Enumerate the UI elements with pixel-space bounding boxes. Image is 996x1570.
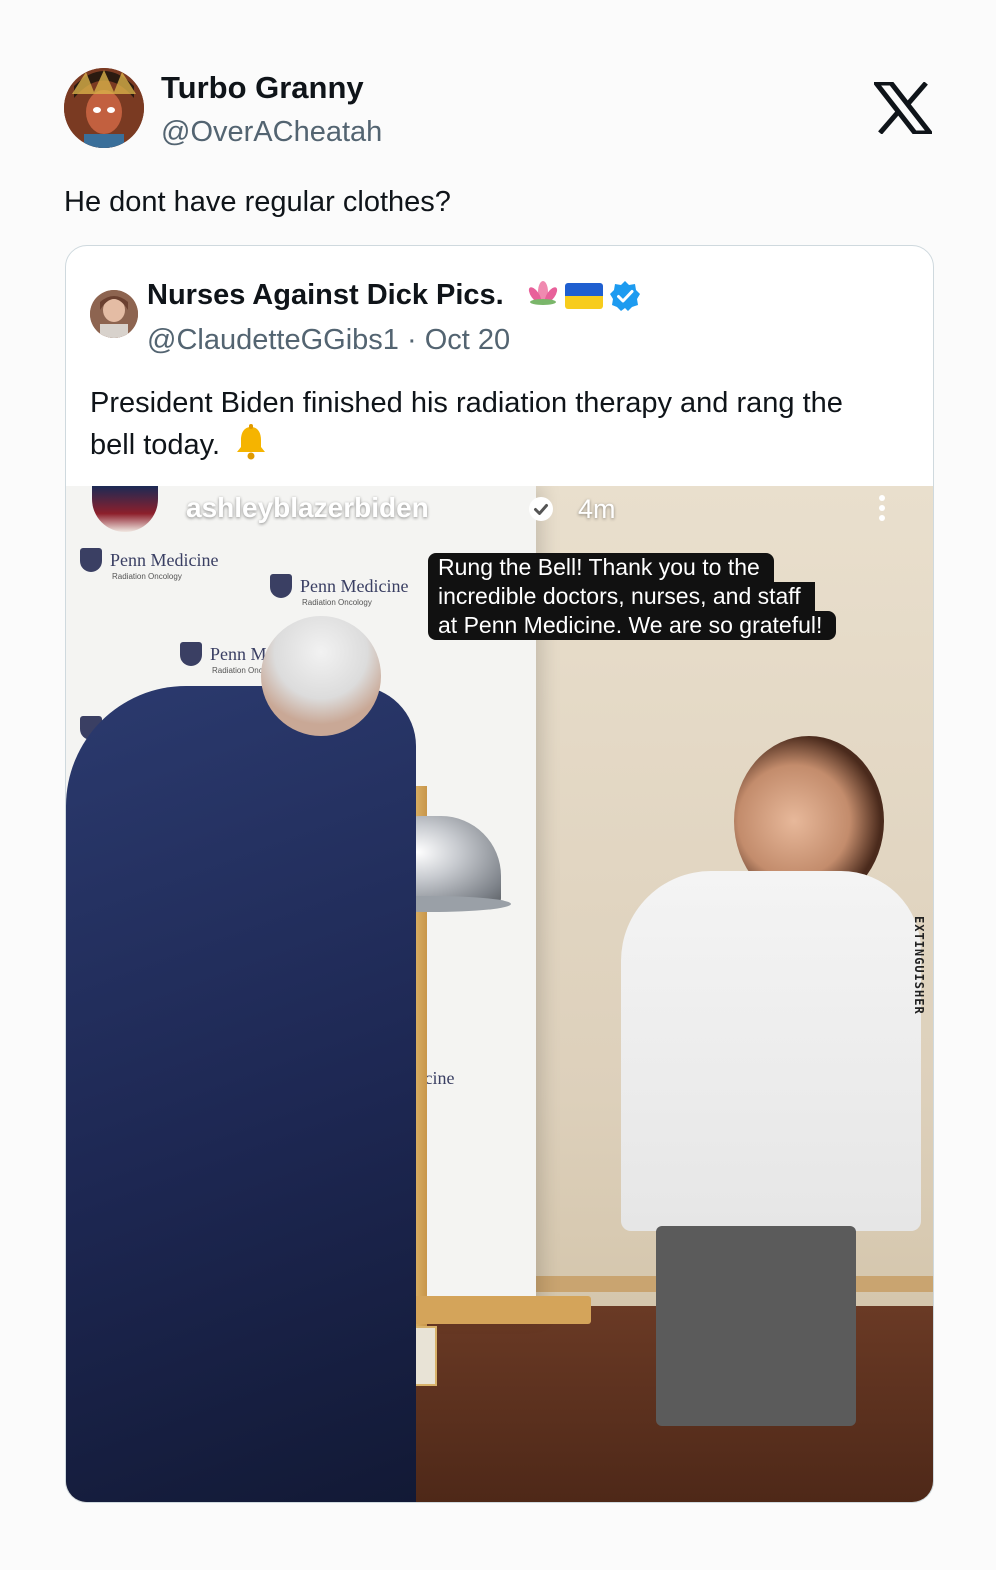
tweet-text: He dont have regular clothes? (64, 186, 451, 218)
story-caption: Rung the Bell! Thank you to the incredib… (428, 553, 837, 640)
quoted-author-avatar[interactable] (90, 290, 138, 338)
quoted-text-body: President Biden finished his radiation t… (90, 387, 843, 461)
caption-line: Rung the Bell! Thank you to the (428, 553, 774, 582)
man-in-suit (66, 686, 416, 1502)
more-options-icon[interactable] (874, 494, 890, 522)
extinguisher-sign: EXTINGUISHER (912, 916, 926, 1015)
quoted-media-image[interactable]: Penn Medicine Radiation Oncology Penn Med… (66, 486, 933, 1502)
backdrop-logo: Penn MedicineRadiation Oncology (270, 574, 408, 607)
author-handle[interactable]: @OverACheatah (161, 116, 382, 149)
caption-line: incredible doctors, nurses, and staff (428, 582, 815, 611)
verified-badge-icon[interactable] (609, 280, 641, 312)
quoted-text: President Biden finished his radiation t… (90, 382, 890, 466)
author-name[interactable]: Turbo Granny (161, 70, 364, 106)
man-head (261, 616, 381, 736)
caption-line: at Penn Medicine. We are so grateful! (428, 611, 837, 640)
story-timestamp: 4m (578, 494, 616, 524)
story-verified-icon (529, 497, 553, 521)
ukraine-flag-icon (565, 283, 603, 309)
backdrop-logo: Penn MedicineRadiation Oncology (80, 548, 218, 581)
quoted-tweet[interactable]: Nurses Against Dick Pics. @ClaudetteGGib… (65, 245, 934, 1503)
quoted-author-handle[interactable]: @ClaudetteGGibs1 (147, 324, 399, 356)
quoted-meta: @ClaudetteGGibs1 · Oct 20 (147, 324, 510, 357)
woman-white-coat (621, 871, 921, 1231)
lotus-icon (527, 280, 559, 312)
author-avatar[interactable] (64, 68, 144, 148)
avatar-image (90, 290, 138, 338)
x-logo-icon[interactable] (874, 82, 932, 134)
name-emojis (527, 280, 641, 312)
bell-icon (237, 424, 266, 460)
quoted-date[interactable]: Oct 20 (425, 324, 510, 356)
story-username[interactable]: ashleyblazerbiden (186, 492, 429, 524)
quoted-author-name[interactable]: Nurses Against Dick Pics. (147, 279, 504, 312)
tweet-card: Turbo Granny @OverACheatah He dont have … (0, 0, 996, 1570)
woman-pants (656, 1226, 856, 1426)
avatar-image (64, 68, 144, 148)
meta-separator: · (406, 324, 417, 356)
